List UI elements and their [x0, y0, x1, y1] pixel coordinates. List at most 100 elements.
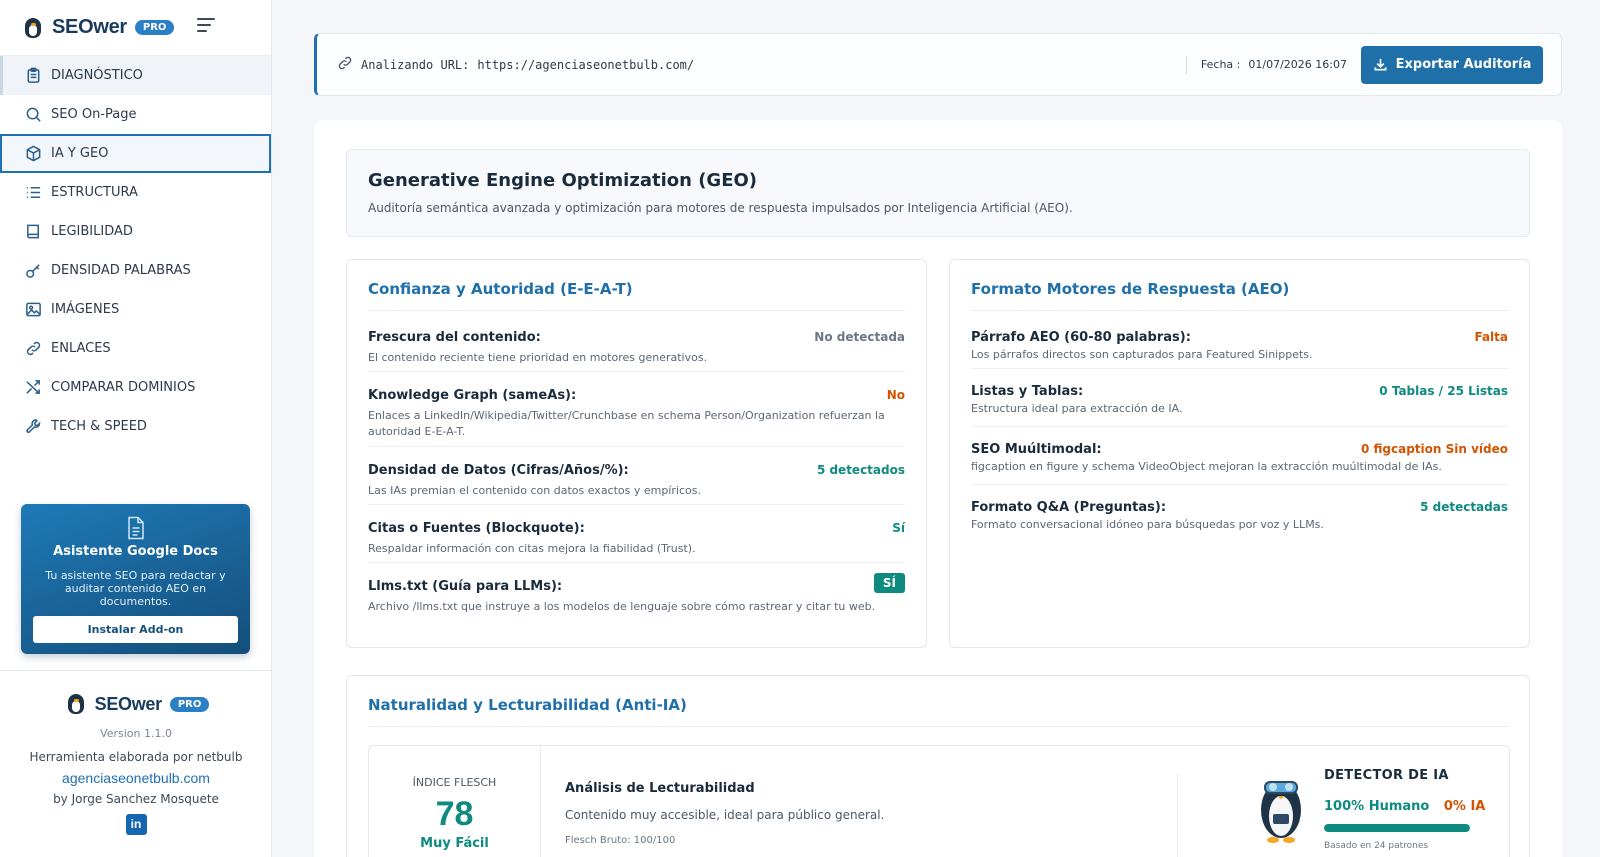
sidebar-item-ia-geo[interactable]: IA Y GEO — [0, 134, 271, 173]
metric-label: Knowledge Graph (sameAs): — [368, 388, 577, 403]
link-icon — [337, 55, 353, 75]
brand-name: SEOwer — [52, 16, 127, 38]
clipboard-icon — [24, 67, 42, 85]
ai-detector: DETECTOR DE IA 100% Humano 0% IA Basado … — [1324, 768, 1494, 851]
download-icon — [1374, 58, 1387, 71]
sidebar-item-label: COMPARAR DOMINIOS — [51, 380, 196, 395]
metric-desc: Respaldar información con citas mejora l… — [368, 542, 696, 555]
readability-panel: ÍNDICE FLESCH 78 Muy Fácil Análisis de L… — [368, 745, 1510, 857]
metric-row: Listas y Tablas: 0 Tablas / 25 Listas Es… — [971, 369, 1508, 427]
flesch-raw: Flesch Bruto: 100/100 — [565, 835, 676, 846]
cube-icon — [24, 145, 42, 163]
metric-desc: Archivo /llms.txt que instruye a los mod… — [368, 600, 876, 613]
analysis-title: Análisis de Lecturabilidad — [565, 781, 755, 796]
wrench-icon — [24, 418, 42, 436]
search-icon — [24, 106, 42, 124]
analyzed-url: https://agenciaseonetbulb.com/ — [477, 57, 695, 72]
sidebar-item-seo-onpage[interactable]: SEO On-Page — [0, 95, 271, 134]
metric-desc: Las IAs premian el contenido con datos e… — [368, 484, 701, 497]
metric-value: No — [886, 388, 905, 402]
metric-value: 0 Tablas / 25 Listas — [1379, 384, 1508, 398]
metric-row: Densidad de Datos (Cifras/Años/%): 5 det… — [368, 447, 905, 505]
penguin-logo-icon — [63, 691, 89, 717]
sidebar-item-estructura[interactable]: ESTRUCTURA — [0, 173, 271, 212]
flesch-box: ÍNDICE FLESCH 78 Muy Fácil — [369, 746, 541, 857]
addon-title: Asistente Google Docs — [53, 544, 218, 559]
sidebar-item-label: ENLACES — [51, 341, 111, 356]
date-label: Fecha : — [1200, 58, 1241, 71]
page-subtitle: Auditoría semántica avanzada y optimizac… — [368, 201, 1073, 215]
readability-analysis: Análisis de Lecturabilidad Contenido muy… — [565, 781, 884, 846]
page-title: Generative Engine Optimization (GEO) — [368, 170, 758, 191]
author-text: by Jorge Sanchez Mosquete — [53, 792, 219, 806]
export-label: Exportar Auditoría — [1395, 57, 1532, 72]
addon-text: Tu asistente SEO para redactar y auditar… — [45, 569, 226, 608]
menu-toggle-icon[interactable] — [197, 18, 219, 36]
sidebar-item-enlaces[interactable]: ENLACES — [0, 329, 271, 368]
metric-value: Falta — [1474, 330, 1508, 344]
list-icon — [24, 184, 42, 202]
sidebar-item-densidad[interactable]: DENSIDAD PALABRAS — [0, 251, 271, 290]
link-icon — [24, 340, 42, 358]
metric-desc: figcaption en figure y schema VideoObjec… — [971, 460, 1442, 473]
penguin-mascot-icon — [1261, 781, 1301, 843]
brand[interactable]: SEOwer PRO — [0, 0, 271, 56]
sidebar-item-label: SEO On-Page — [51, 107, 137, 122]
human-progress-bar — [1324, 824, 1470, 832]
document-icon — [125, 516, 147, 540]
date-value: 01/07/2026 16:07 — [1248, 58, 1347, 71]
detector-title: DETECTOR DE IA — [1324, 768, 1449, 783]
addon-card: Asistente Google Docs Tu asistente SEO p… — [21, 504, 250, 654]
flesch-score: 78 — [435, 795, 474, 833]
metric-row: Citas o Fuentes (Blockquote): Sí Respald… — [368, 505, 905, 563]
shuffle-icon — [24, 379, 42, 397]
footer-pro-badge: PRO — [169, 696, 210, 712]
flesch-label: ÍNDICE FLESCH — [412, 776, 497, 789]
metric-row: Knowledge Graph (sameAs): No Enlaces a L… — [368, 372, 905, 447]
aeo-card: Formato Motores de Respuesta (AEO) Párra… — [949, 259, 1530, 648]
metric-value: No detectada — [814, 330, 905, 344]
book-icon — [24, 223, 42, 241]
site-link[interactable]: agenciaseonetbulb.com — [0, 770, 272, 786]
metric-label: Párrafo AEO (60-80 palabras): — [971, 330, 1191, 345]
eeat-title: Confianza y Autoridad (E-E-A-T) — [368, 280, 905, 311]
aeo-title: Formato Motores de Respuesta (AEO) — [971, 280, 1508, 311]
human-progress-fill — [1324, 824, 1470, 832]
sidebar-item-label: IMÁGENES — [51, 302, 120, 317]
export-audit-button[interactable]: Exportar Auditoría — [1361, 45, 1543, 84]
geo-header-card: Generative Engine Optimization (GEO) Aud… — [346, 149, 1530, 237]
metric-row: Frescura del contenido: No detectada El … — [368, 311, 905, 372]
metric-value-badge: SÍ — [873, 573, 905, 593]
analysis-desc: Contenido muy accesible, ideal para públ… — [565, 808, 885, 822]
pro-badge: PRO — [134, 20, 175, 35]
sidebar: SEOwer PRO DIAGNÓSTICO SEO On-Page IA Y … — [0, 0, 272, 857]
sidebar-item-diagnostico[interactable]: DIAGNÓSTICO — [0, 56, 271, 95]
image-icon — [24, 301, 42, 319]
flesch-level: Muy Fácil — [420, 836, 489, 851]
metric-value: 5 detectadas — [1420, 500, 1508, 514]
naturalness-title: Naturalidad y Lecturabilidad (Anti-IA) — [368, 696, 1508, 727]
metric-value: Sí — [892, 521, 905, 535]
metric-label: Llms.txt (Guía para LLMs): — [368, 579, 563, 594]
ai-percentage: 0% IA — [1443, 799, 1486, 814]
metric-row: SEO Muúltimodal: 0 figcaption Sin vídeo … — [971, 427, 1508, 485]
key-icon — [24, 262, 42, 280]
sidebar-footer: SEOwer PRO Version 1.1.0 Herramienta ela… — [0, 670, 272, 835]
metric-desc: El contenido reciente tiene prioridad en… — [368, 351, 708, 364]
detector-values: 100% Humano 0% IA — [1324, 799, 1494, 814]
metric-row: Párrafo AEO (60-80 palabras): Falta Los … — [971, 311, 1508, 369]
linkedin-icon[interactable]: in — [125, 814, 147, 835]
human-percentage: 100% Humano — [1324, 799, 1430, 814]
sidebar-item-legibilidad[interactable]: LEGIBILIDAD — [0, 212, 271, 251]
metric-desc: Estructura ideal para extracción de IA. — [971, 402, 1183, 415]
sidebar-item-label: TECH & SPEED — [51, 419, 147, 434]
install-addon-button[interactable]: Instalar Add-on — [33, 616, 238, 643]
sidebar-item-comparar[interactable]: COMPARAR DOMINIOS — [0, 368, 271, 407]
sidebar-item-imagenes[interactable]: IMÁGENES — [0, 290, 271, 329]
sidebar-item-tech-speed[interactable]: TECH & SPEED — [0, 407, 271, 446]
sidebar-item-label: LEGIBILIDAD — [51, 224, 133, 239]
url-label: Analizando URL: — [361, 57, 470, 72]
footer-brand: SEOwer PRO — [0, 691, 272, 717]
sidebar-item-label: DIAGNÓSTICO — [51, 68, 143, 83]
metric-value: 5 detectados — [816, 463, 905, 477]
